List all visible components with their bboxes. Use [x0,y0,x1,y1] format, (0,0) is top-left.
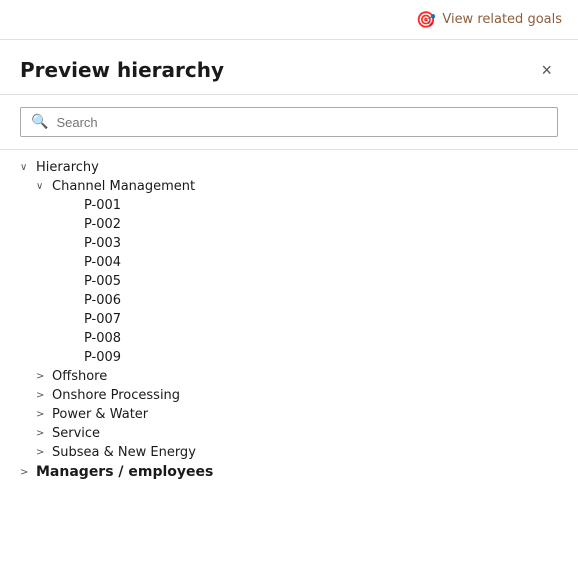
channel-management-children: P-001 P-002 P-003 P-004 P-005 P-006 P-00… [36,196,558,367]
preview-hierarchy-panel: Preview hierarchy × 🔍 Hierarchy Channel … [0,40,578,498]
list-item: P-003 [52,234,558,253]
offshore-row[interactable]: Offshore [36,367,558,386]
list-item: P-005 [52,272,558,291]
channel-management-label: Channel Management [52,179,195,194]
view-related-goals-label: View related goals [442,12,562,27]
search-input[interactable] [56,115,547,130]
subsea-row[interactable]: Subsea & New Energy [36,443,558,462]
tree-node-managers: Managers / employees [20,462,558,482]
onshore-processing-chevron [36,390,52,401]
hierarchy-row[interactable]: Hierarchy [20,158,558,177]
panel-header: Preview hierarchy × [0,40,578,95]
subsea-chevron [36,447,52,458]
list-item: P-008 [52,329,558,348]
managers-label: Managers / employees [36,464,213,480]
onshore-processing-label: Onshore Processing [52,388,180,403]
hierarchy-label: Hierarchy [36,160,99,175]
power-water-row[interactable]: Power & Water [36,405,558,424]
list-item: P-001 [52,196,558,215]
offshore-label: Offshore [52,369,107,384]
channel-management-row[interactable]: Channel Management [36,177,558,196]
top-bar: 🎯 View related goals [0,0,578,40]
list-item: P-002 [52,215,558,234]
list-item: P-004 [52,253,558,272]
tree-node-hierarchy: Hierarchy Channel Management P-001 P-002… [20,158,558,462]
hierarchy-children: Channel Management P-001 P-002 P-003 P-0… [20,177,558,462]
list-item: P-006 [52,291,558,310]
managers-row[interactable]: Managers / employees [20,462,558,482]
onshore-processing-row[interactable]: Onshore Processing [36,386,558,405]
search-icon: 🔍 [31,114,48,130]
power-water-chevron [36,409,52,420]
channel-management-chevron [36,181,52,192]
list-item: P-007 [52,310,558,329]
managers-chevron [20,467,36,478]
view-related-goals-link[interactable]: 🎯 View related goals [416,10,562,29]
goal-icon: 🎯 [416,10,436,29]
tree-node-power-water: Power & Water [36,405,558,424]
tree-node-subsea: Subsea & New Energy [36,443,558,462]
hierarchy-chevron [20,162,36,173]
subsea-label: Subsea & New Energy [52,445,196,460]
tree-node-onshore-processing: Onshore Processing [36,386,558,405]
tree-container: Hierarchy Channel Management P-001 P-002… [0,150,578,498]
tree-node-service: Service [36,424,558,443]
service-row[interactable]: Service [36,424,558,443]
power-water-label: Power & Water [52,407,148,422]
page-title: Preview hierarchy [20,58,224,82]
search-container: 🔍 [0,95,578,150]
tree-node-channel-management: Channel Management P-001 P-002 P-003 P-0… [36,177,558,367]
close-button[interactable]: × [535,59,558,81]
search-box: 🔍 [20,107,558,137]
service-label: Service [52,426,100,441]
tree-node-offshore: Offshore [36,367,558,386]
list-item: P-009 [52,348,558,367]
service-chevron [36,428,52,439]
offshore-chevron [36,371,52,382]
